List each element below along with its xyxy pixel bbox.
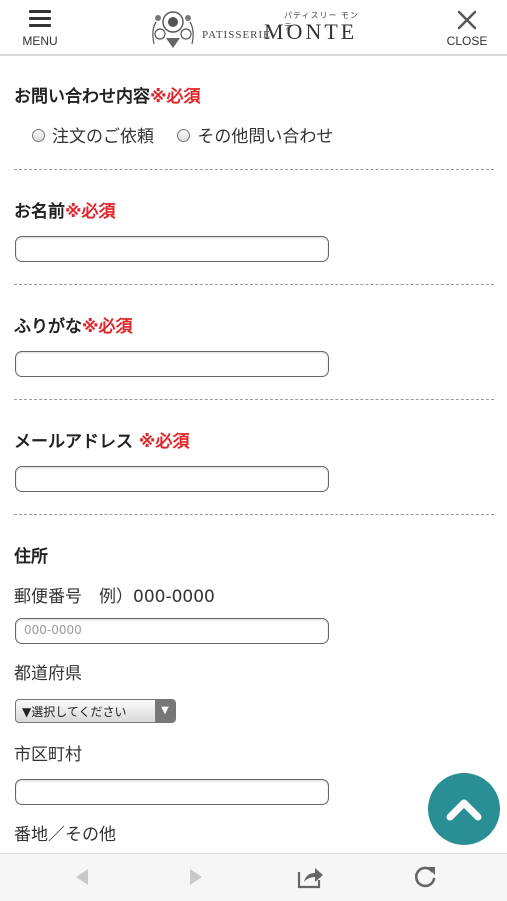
radio-button-icon[interactable] bbox=[177, 128, 191, 142]
prefecture-select[interactable]: ▼選択してください ▼ bbox=[15, 699, 176, 723]
back-button[interactable] bbox=[68, 862, 98, 892]
name-field[interactable] bbox=[15, 236, 329, 262]
share-icon bbox=[297, 868, 323, 889]
inquiry-radio-group: 注文のご依頼 その他問い合わせ bbox=[32, 122, 351, 147]
postal-label: 郵便番号 例）000-0000 bbox=[14, 587, 215, 607]
furigana-label: ふりがな bbox=[14, 317, 82, 337]
email-label: メールアドレス bbox=[14, 432, 133, 452]
hamburger-icon-bar bbox=[29, 24, 51, 27]
hamburger-icon-bar bbox=[29, 17, 51, 20]
scroll-top-button[interactable] bbox=[428, 773, 500, 845]
chevron-up-icon bbox=[446, 799, 482, 821]
name-label: お名前 bbox=[14, 202, 65, 222]
name-input[interactable] bbox=[16, 237, 328, 259]
section-divider bbox=[14, 399, 494, 400]
menu-label: MENU bbox=[22, 34, 58, 48]
city-input[interactable] bbox=[16, 780, 328, 802]
arrow-left-icon bbox=[76, 869, 88, 885]
reload-button[interactable] bbox=[410, 862, 440, 892]
chevron-down-icon: ▼ bbox=[155, 700, 175, 722]
email-field[interactable] bbox=[15, 466, 329, 492]
inquiry-heading: お問い合わせ内容※必須 bbox=[14, 82, 201, 107]
arrow-right-icon bbox=[190, 869, 202, 885]
furigana-input[interactable] bbox=[16, 352, 328, 374]
required-mark: ※必須 bbox=[82, 317, 133, 337]
address-heading: 住所 bbox=[14, 547, 48, 567]
city-label: 市区町村 bbox=[14, 745, 82, 765]
required-mark: ※必須 bbox=[133, 432, 190, 452]
logo-brand: MONTE bbox=[264, 19, 358, 44]
city-field[interactable] bbox=[15, 779, 329, 805]
email-input[interactable] bbox=[16, 467, 328, 489]
radio-other-inquiry[interactable]: その他問い合わせ bbox=[177, 122, 333, 147]
email-heading: メールアドレス ※必須 bbox=[14, 427, 189, 452]
logo-patisserie: PATISSERIE bbox=[202, 29, 271, 41]
browser-toolbar bbox=[0, 853, 507, 901]
close-label: CLOSE bbox=[446, 34, 488, 48]
prefecture-label: 都道府県 bbox=[14, 664, 82, 684]
required-mark: ※必須 bbox=[65, 202, 116, 222]
site-logo[interactable]: パティスリー モンテ PATISSERIE MONTE bbox=[148, 4, 360, 52]
close-button[interactable]: CLOSE bbox=[444, 8, 490, 48]
radio-order-request[interactable]: 注文のご依頼 bbox=[32, 122, 154, 147]
furigana-heading: ふりがな※必須 bbox=[14, 312, 133, 337]
site-header: MENU パティスリー モンテ PATISSERIE MONTE CLOSE bbox=[0, 0, 507, 56]
share-button[interactable] bbox=[295, 862, 325, 892]
postal-field[interactable] bbox=[15, 618, 329, 644]
section-divider bbox=[14, 284, 494, 285]
street-label: 番地／その他 bbox=[14, 825, 116, 845]
furigana-field[interactable] bbox=[15, 351, 329, 377]
radio-label: その他問い合わせ bbox=[197, 127, 334, 147]
close-icon bbox=[457, 10, 477, 30]
section-divider bbox=[14, 514, 494, 515]
section-divider bbox=[14, 169, 494, 170]
menu-button[interactable]: MENU bbox=[20, 8, 60, 48]
postal-input[interactable] bbox=[16, 619, 328, 641]
reload-icon bbox=[414, 866, 436, 888]
forward-button[interactable] bbox=[180, 862, 210, 892]
radio-button-icon[interactable] bbox=[32, 128, 45, 142]
name-heading: お名前※必須 bbox=[14, 197, 116, 222]
prefecture-select-value: ▼選択してください bbox=[22, 705, 127, 719]
inquiry-label: お問い合わせ内容 bbox=[14, 87, 150, 107]
hamburger-icon bbox=[29, 10, 51, 13]
required-mark: ※必須 bbox=[150, 87, 201, 107]
radio-label: 注文のご依頼 bbox=[52, 127, 154, 147]
logo-emblem-icon bbox=[152, 11, 194, 48]
